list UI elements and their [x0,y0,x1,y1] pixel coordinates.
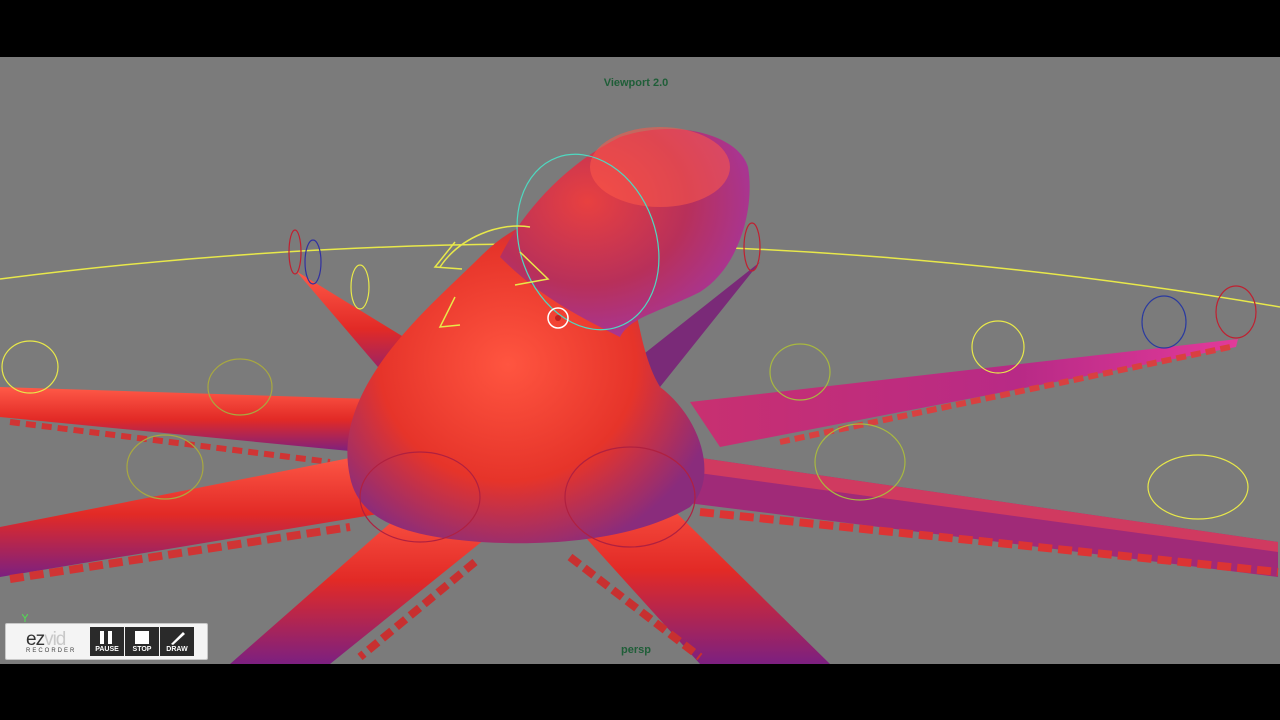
octopus-head-highlight [590,127,730,207]
ezvid-logo: ezvid RECORDER [26,629,77,654]
octopus-scene[interactable] [0,57,1280,664]
letterbox-bottom [0,664,1280,720]
tentacle-right-upper [690,339,1238,447]
stop-label: STOP [132,646,152,653]
stop-icon [135,631,149,644]
draw-label: DRAW [166,646,188,653]
ezvid-recorder-panel: ezvid RECORDER PAUSE STOP DRAW [5,623,208,660]
stop-button[interactable]: STOP [125,627,159,656]
pause-icon [100,631,112,644]
letterbox-top [0,0,1280,57]
pen-icon [171,632,185,645]
maya-viewport[interactable]: Viewport 2.0 persp ezvid RECORDER PAUSE … [0,57,1280,664]
pause-button[interactable]: PAUSE [90,627,124,656]
draw-button[interactable]: DRAW [160,627,194,656]
tentacle-left-lower [0,452,390,577]
axis-indicator-icon [22,614,28,622]
pause-label: PAUSE [95,646,119,653]
viewport-title: Viewport 2.0 [603,77,669,89]
